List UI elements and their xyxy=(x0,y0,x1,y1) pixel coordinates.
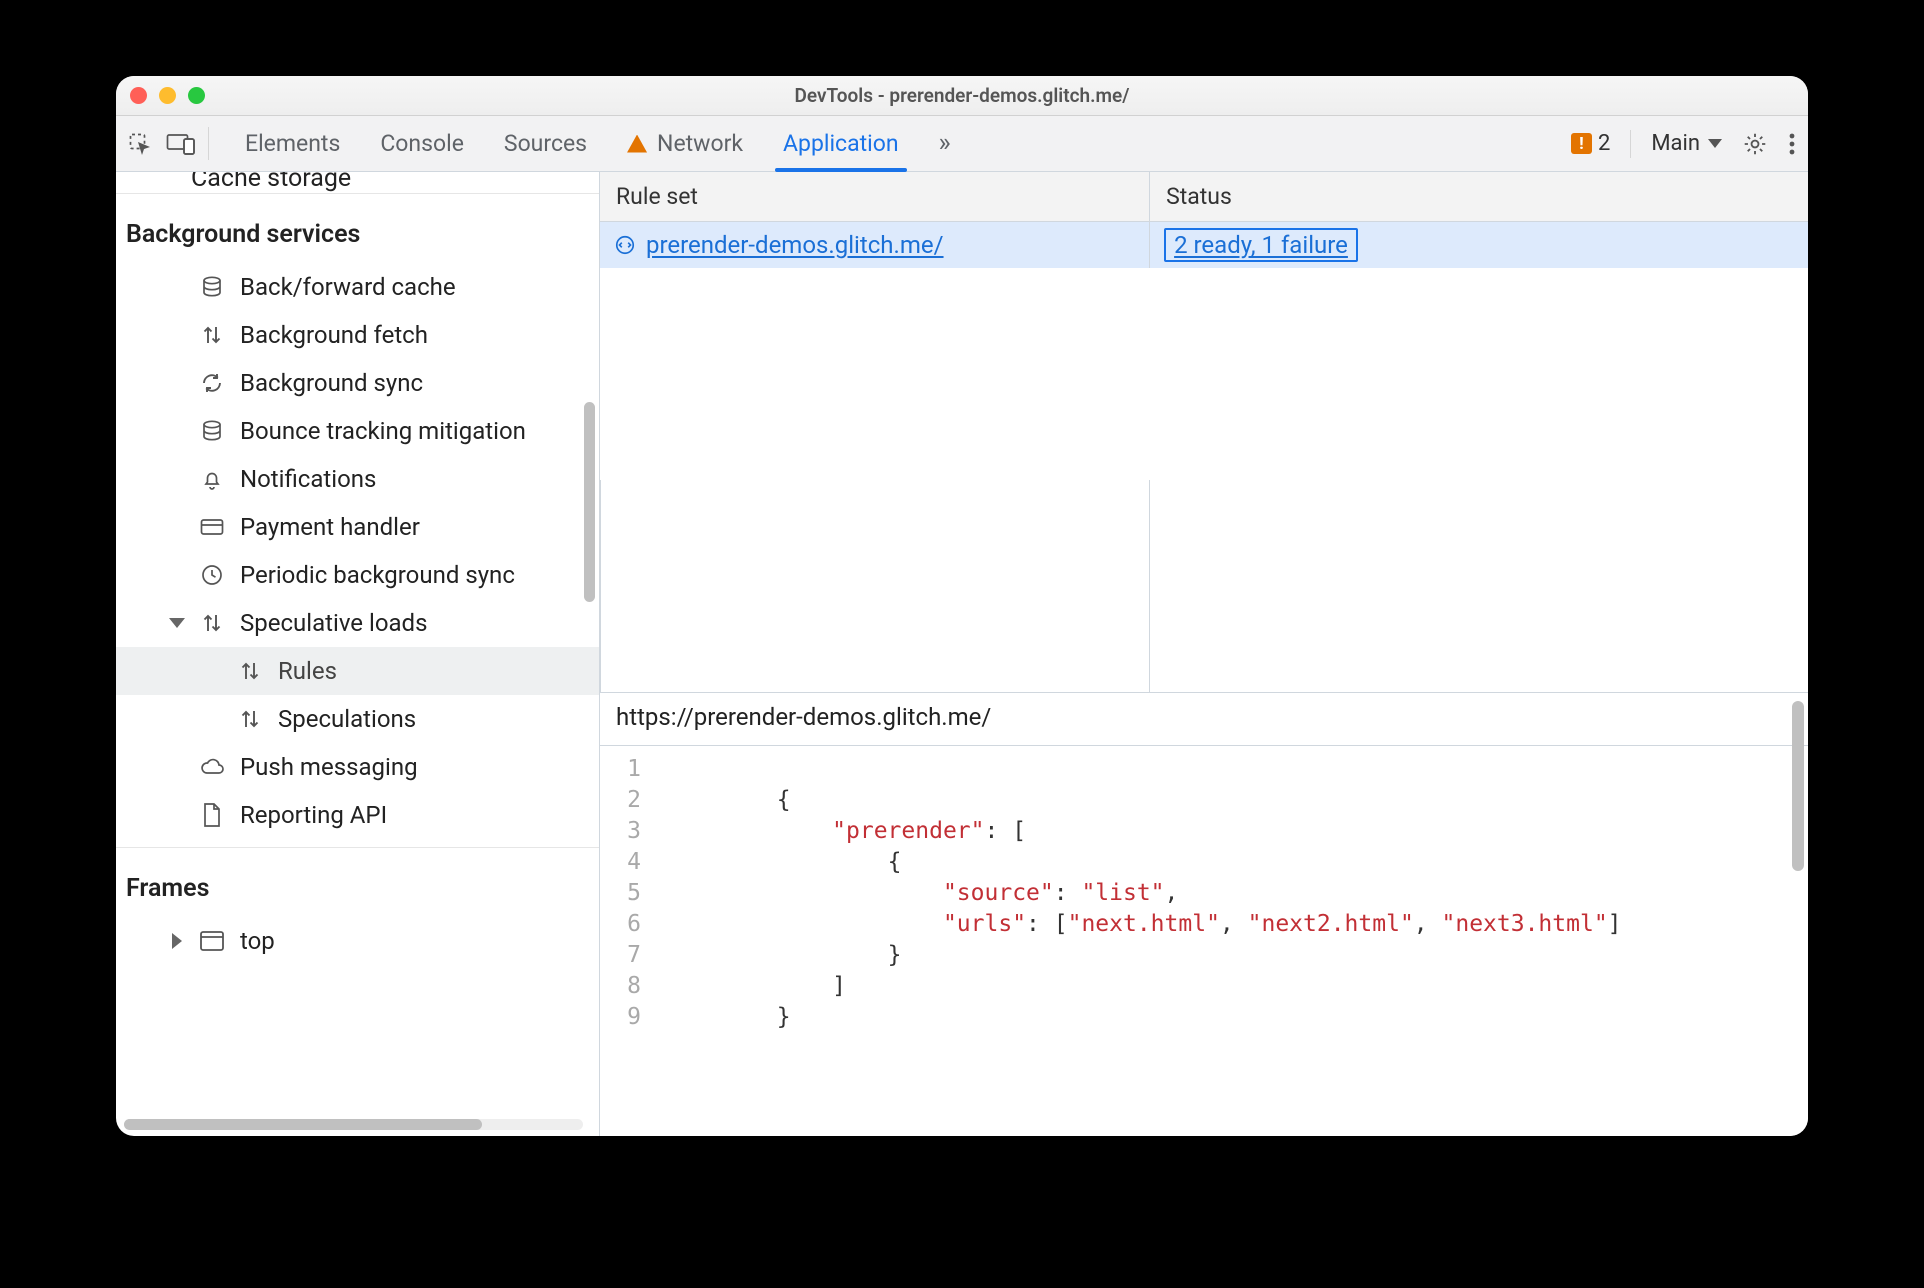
issues-count: 2 xyxy=(1598,131,1610,156)
rules-panel: Rule set Status prerender-demos.glitch.m… xyxy=(600,172,1808,1136)
ruleset-source-icon xyxy=(614,234,636,256)
kebab-menu-icon[interactable] xyxy=(1788,132,1796,156)
devtools-window: DevTools - prerender-demos.glitch.me/ El… xyxy=(116,76,1808,1136)
target-context-selector[interactable]: Main xyxy=(1651,131,1722,156)
window-minimize-button[interactable] xyxy=(159,87,176,104)
sidebar-item-label: Payment handler xyxy=(240,513,420,541)
swap-vert-icon xyxy=(198,323,226,347)
sidebar-item-label: Bounce tracking mitigation xyxy=(240,417,526,445)
chevron-down-icon xyxy=(170,618,184,628)
database-icon xyxy=(198,275,226,299)
sidebar-item-background-fetch[interactable]: Background fetch xyxy=(116,311,599,359)
code-body[interactable]: ​ { "prerender": [ { "source": "list", "… xyxy=(656,746,1622,1136)
clock-icon xyxy=(198,563,226,587)
sidebar-item-speculative-loads[interactable]: Speculative loads xyxy=(116,599,599,647)
card-icon xyxy=(198,515,226,539)
bell-icon xyxy=(198,467,226,491)
ruleset-source-code: 123456789 ​ { "prerender": [ { "source":… xyxy=(600,746,1808,1136)
rules-table-header: Rule set Status xyxy=(600,172,1808,222)
chevron-down-icon xyxy=(1708,139,1722,148)
status-link[interactable]: 2 ready, 1 failure xyxy=(1164,228,1358,262)
inspect-element-icon[interactable] xyxy=(128,132,152,156)
sidebar-item-payment-handler[interactable]: Payment handler xyxy=(116,503,599,551)
sidebar-section-frames: Frames xyxy=(116,847,599,917)
window-close-button[interactable] xyxy=(130,87,147,104)
tab-network[interactable]: Network xyxy=(625,117,745,171)
sidebar-item-bounce-tracking-mitigation[interactable]: Bounce tracking mitigation xyxy=(116,407,599,455)
tab-elements[interactable]: Elements xyxy=(243,117,342,171)
sidebar-item-label: Periodic background sync xyxy=(240,561,515,589)
more-tabs-button[interactable]: » xyxy=(937,115,953,172)
ruleset-link[interactable]: prerender-demos.glitch.me/ xyxy=(646,231,944,259)
frame-icon xyxy=(198,930,226,952)
sidebar-item-reporting-api[interactable]: Reporting API xyxy=(116,791,599,839)
ruleset-detail-panel: https://prerender-demos.glitch.me/ 12345… xyxy=(600,692,1808,1136)
window-titlebar: DevTools - prerender-demos.glitch.me/ xyxy=(116,76,1808,116)
context-label: Main xyxy=(1651,131,1700,156)
sidebar-item-cache-storage[interactable]: Cache storage xyxy=(116,172,599,193)
sidebar-item-periodic-background-sync[interactable]: Periodic background sync xyxy=(116,551,599,599)
sidebar-item-label: top xyxy=(240,927,275,955)
application-sidebar: Cache storage Background services Back/f… xyxy=(116,172,600,1136)
sidebar-item-push-messaging[interactable]: Push messaging xyxy=(116,743,599,791)
tab-console[interactable]: Console xyxy=(378,117,466,171)
file-icon xyxy=(198,802,226,828)
sidebar-item-label: Notifications xyxy=(240,465,376,493)
sidebar-vertical-scrollbar[interactable] xyxy=(584,402,595,602)
panel-tabs: Elements Console Sources Network Application… xyxy=(217,115,1563,172)
status-cell[interactable]: 2 ready, 1 failure xyxy=(1149,222,1808,268)
cloud-icon xyxy=(198,755,226,779)
detail-origin: https://prerender-demos.glitch.me/ xyxy=(600,693,1808,746)
window-traffic-lights xyxy=(130,87,205,104)
sidebar-item-label: Background sync xyxy=(240,369,423,397)
swap-vert-icon xyxy=(236,659,264,683)
sidebar-item-label: Push messaging xyxy=(240,753,418,781)
sidebar-item-label: Back/forward cache xyxy=(240,273,456,301)
warning-icon: ! xyxy=(1571,133,1592,154)
sidebar-item-label: Reporting API xyxy=(240,801,387,829)
sidebar-item-label: Background fetch xyxy=(240,321,428,349)
column-header-ruleset[interactable]: Rule set xyxy=(600,172,1149,221)
sidebar-item-notifications[interactable]: Notifications xyxy=(116,455,599,503)
sidebar-item-top[interactable]: top xyxy=(116,917,599,965)
sidebar-item-back-forward-cache[interactable]: Back/forward cache xyxy=(116,263,599,311)
sidebar-item-speculations[interactable]: Speculations xyxy=(116,695,599,743)
swap-vert-icon xyxy=(236,707,264,731)
tab-sources[interactable]: Sources xyxy=(502,117,589,171)
issues-badge[interactable]: ! 2 xyxy=(1571,131,1610,156)
column-header-status[interactable]: Status xyxy=(1149,172,1808,221)
chevron-right-icon xyxy=(170,933,184,949)
devtools-toolbar: Elements Console Sources Network Application… xyxy=(116,116,1808,172)
window-zoom-button[interactable] xyxy=(188,87,205,104)
settings-icon[interactable] xyxy=(1742,131,1768,157)
sidebar-horizontal-scrollbar[interactable] xyxy=(124,1119,583,1130)
content-area: Cache storage Background services Back/f… xyxy=(116,172,1808,1136)
ruleset-cell[interactable]: prerender-demos.glitch.me/ xyxy=(600,222,1149,268)
rules-table-body: prerender-demos.glitch.me/ 2 ready, 1 fa… xyxy=(600,222,1808,692)
sidebar-item-rules[interactable]: Rules xyxy=(116,647,599,695)
background-services-tree: Back/forward cache Background fetch Backgr… xyxy=(116,263,599,847)
tab-application[interactable]: Application xyxy=(781,117,901,171)
sidebar-item-label: Speculations xyxy=(278,705,416,733)
sidebar-item-background-sync[interactable]: Background sync xyxy=(116,359,599,407)
detail-vertical-scrollbar[interactable] xyxy=(1792,701,1804,871)
separator xyxy=(1630,130,1631,158)
window-title: DevTools - prerender-demos.glitch.me/ xyxy=(116,84,1808,107)
sync-icon xyxy=(198,371,226,395)
sidebar-item-label: Speculative loads xyxy=(240,609,427,637)
device-toolbar-icon[interactable] xyxy=(166,133,196,155)
swap-vert-icon xyxy=(198,611,226,635)
sidebar-section-background-services: Background services xyxy=(116,193,599,263)
sidebar-item-label: Rules xyxy=(278,657,337,685)
database-icon xyxy=(198,419,226,443)
frames-tree: top xyxy=(116,917,599,973)
code-line-gutter: 123456789 xyxy=(600,746,656,1136)
